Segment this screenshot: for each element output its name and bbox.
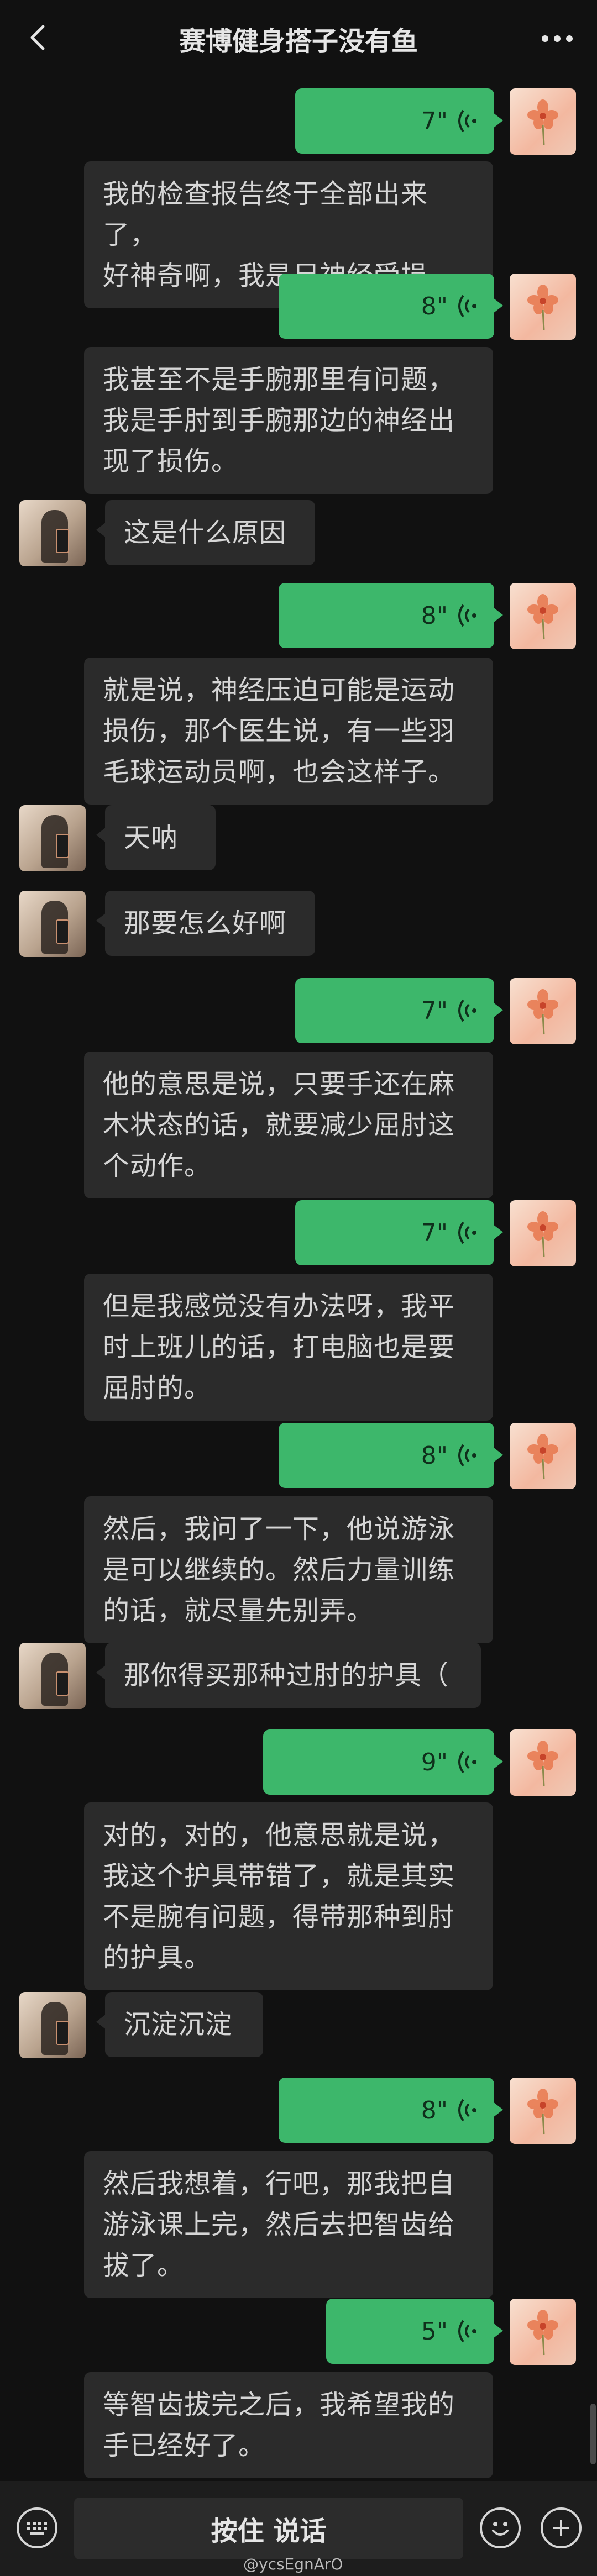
sent-text-bubble[interactable]: 然后，我问了一下，他说游泳 是可以继续的。然后力量训练 的话，就尽量先别弄。 [84,1496,493,1643]
chat-header: 赛博健身搭子没有鱼 [0,0,597,77]
sent-text-bubble[interactable]: 就是说，神经压迫可能是运动 损伤，那个医生说，有一些羽 毛球运动员啊，也会这样子。 [84,658,493,805]
voice-message-bubble[interactable]: 8" [279,274,503,339]
voice-wave-icon [458,1444,476,1467]
voice-wave-icon [458,999,476,1022]
message-text-line: 木状态的话，就要减少屈肘这 [103,1110,455,1140]
my-avatar[interactable] [510,1729,576,1796]
my-avatar[interactable] [510,1423,576,1489]
friend-avatar[interactable] [19,1643,86,1709]
received-text-bubble[interactable]: 天呐 [96,805,216,870]
message-text-line: 毛球运动员啊，也会这样子。 [103,756,455,787]
voice-wave-icon [458,295,476,318]
friend-avatar[interactable] [19,1992,86,2058]
received-text-bubble[interactable]: 那要怎么好啊 [96,891,315,956]
my-avatar[interactable] [510,2078,576,2144]
my-avatar[interactable] [510,274,576,340]
message-text-line: 的护具。 [103,1942,212,1973]
message-text-line: 现了损伤。 [103,446,239,477]
message-text-line: 等智齿拔完之后，我希望我的 [103,2389,455,2420]
message-text-line: 那你得买那种过肘的护具（ [124,1660,449,1691]
message-text-line: 的话，就尽量先别弄。 [103,1595,374,1626]
voice-duration: 8" [421,1441,448,1470]
received-text-bubble[interactable]: 沉淀沉淀 [96,1992,263,2057]
voice-duration: 8" [421,2096,448,2125]
voice-message-bubble[interactable]: 8" [279,2078,503,2143]
voice-duration: 7" [421,1218,448,1247]
my-avatar[interactable] [510,88,576,155]
voice-wave-icon [458,1750,476,1774]
friend-avatar[interactable] [19,500,86,566]
voice-wave-icon [458,604,476,627]
voice-wave-icon [458,2099,476,2122]
message-text-line: 不是腕有问题，得带那种到肘 [103,1901,455,1932]
emoji-icon[interactable] [480,2507,521,2548]
back-arrow-icon[interactable] [22,21,55,54]
message-text-line: 损伤，那个医生说，有一些羽 [103,716,455,746]
message-text-line: 拔了。 [103,2250,185,2281]
voice-message-bubble[interactable]: 7" [295,88,503,154]
message-text-line: 时上班儿的话，打电脑也是要 [103,1332,455,1363]
message-text-line: 然后我想着，行吧，那我把自 [103,2168,455,2199]
my-avatar[interactable] [510,1200,576,1266]
message-text-line: 沉淀沉淀 [124,2009,233,2040]
voice-duration: 5" [421,2317,448,2346]
voice-duration: 9" [421,1748,448,1776]
message-text-line: 天呐 [124,822,179,853]
message-text-line: 个动作。 [103,1150,212,1181]
voice-message-bubble[interactable]: 7" [295,1200,503,1265]
sent-text-bubble[interactable]: 然后我想着，行吧，那我把自 游泳课上完，然后去把智齿给 拔了。 [84,2151,493,2298]
message-text-line: 他的意思是说，只要手还在麻 [103,1069,455,1100]
message-text-line: 屈肘的。 [103,1373,212,1403]
sent-text-bubble[interactable]: 我甚至不是手腕那里有问题， 我是手肘到手腕那边的神经出 现了损伤。 [84,347,493,494]
voice-message-bubble[interactable]: 8" [279,583,503,648]
voice-wave-icon [458,2320,476,2343]
voice-duration: 7" [421,107,448,135]
sent-text-bubble[interactable]: 但是我感觉没有办法呀，我平 时上班儿的话，打电脑也是要 屈肘的。 [84,1274,493,1421]
message-text-line: 我是手肘到手腕那边的神经出 [103,405,455,436]
received-text-bubble[interactable]: 这是什么原因 [96,500,315,565]
sent-text-bubble[interactable]: 对的，对的，他意思就是说， 我这个护具带错了，就是其实 不是腕有问题，得带那种到肘的… [84,1802,493,1990]
chat-title: 赛博健身搭子没有鱼 [179,26,418,57]
message-text-line: 这是什么原因 [124,517,287,548]
keyboard-icon[interactable] [17,2507,57,2548]
voice-wave-icon [458,1221,476,1244]
sent-text-bubble[interactable]: 等智齿拔完之后，我希望我的 手已经好了。 [84,2372,493,2478]
plus-icon[interactable] [541,2507,582,2548]
friend-avatar[interactable] [19,891,86,957]
hold-to-talk-button[interactable]: 按住 说话 [74,2498,463,2559]
message-text-line: 就是说，神经压迫可能是运动 [103,675,455,706]
voice-wave-icon [458,109,476,133]
message-text-line: 然后，我问了一下，他说游泳 [103,1513,455,1544]
message-text-line: 我甚至不是手腕那里有问题， [103,364,455,395]
message-text-line: 那要怎么好啊 [124,908,287,939]
received-text-bubble[interactable]: 那你得买那种过肘的护具（ [96,1643,481,1708]
message-text-line: 我的检查报告终于全部出来了， [103,178,428,250]
my-avatar[interactable] [510,2299,576,2365]
voice-duration: 8" [421,601,448,630]
message-text-line: 对的，对的，他意思就是说， [103,1820,455,1850]
scrollbar[interactable] [590,2404,596,2464]
voice-message-bubble[interactable]: 5" [326,2299,503,2364]
friend-avatar[interactable] [19,805,86,871]
voice-duration: 7" [421,996,448,1025]
message-text-line: 我这个护具带错了，就是其实 [103,1860,455,1891]
voice-message-bubble[interactable]: 7" [295,978,503,1043]
more-options-icon[interactable] [542,28,580,50]
message-text-line: 是可以继续的。然后力量训练 [103,1554,455,1585]
voice-duration: 8" [421,292,448,320]
sent-text-bubble[interactable]: 他的意思是说，只要手还在麻 木状态的话，就要减少屈肘这 个动作。 [84,1052,493,1198]
watermark: @ycsEgnArO [243,2555,343,2573]
message-text-line: 但是我感觉没有办法呀，我平 [103,1291,455,1322]
my-avatar[interactable] [510,583,576,649]
voice-message-bubble[interactable]: 9" [263,1729,503,1795]
my-avatar[interactable] [510,978,576,1044]
message-text-line: 手已经好了。 [103,2430,266,2461]
message-text-line: 游泳课上完，然后去把智齿给 [103,2209,455,2240]
voice-message-bubble[interactable]: 8" [279,1423,503,1488]
